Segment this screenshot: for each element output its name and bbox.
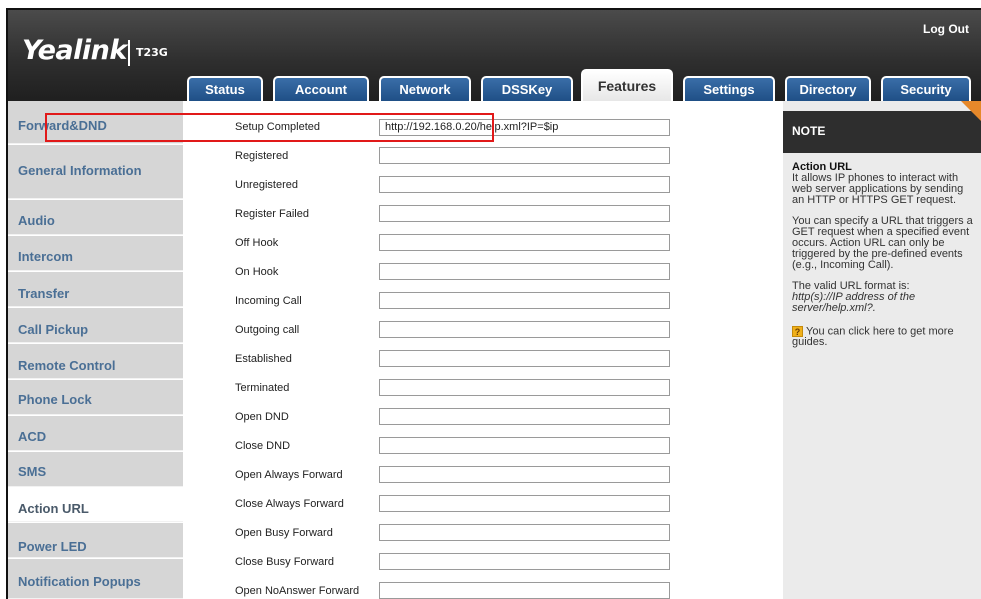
sidebar-item-call-pickup[interactable]: Call Pickup xyxy=(8,308,183,343)
note-text-2: You can specify a URL that triggers a GE… xyxy=(792,215,973,271)
close-always-forward-input[interactable] xyxy=(379,495,670,512)
note-text-1: It allows IP phones to interact with web… xyxy=(792,172,964,206)
note-panel: NOTE Action URL It allows IP phones to i… xyxy=(783,101,981,599)
row-label: Outgoing call xyxy=(235,324,300,336)
sidebar-item-acd[interactable]: ACD xyxy=(8,416,183,451)
note-help-link[interactable]: ? You can click here to get more guides. xyxy=(792,326,974,348)
open-noanswer-forward-input[interactable] xyxy=(379,582,670,599)
register-failed-input[interactable] xyxy=(379,205,670,222)
sidebar-item-remote-control[interactable]: Remote Control xyxy=(8,344,183,379)
setup-completed-highlight xyxy=(45,113,494,142)
row-label: Close DND xyxy=(235,440,291,452)
tab-settings[interactable]: Settings xyxy=(683,76,775,101)
close-busy-forward-input[interactable] xyxy=(379,553,670,570)
note-para-1: Action URL It allows IP phones to intera… xyxy=(792,162,974,206)
sidebar-item-action-url[interactable]: Action URL xyxy=(8,488,183,522)
established-input[interactable] xyxy=(379,350,670,367)
tab-features[interactable]: Features xyxy=(581,69,673,102)
logo-separator xyxy=(128,40,130,66)
header-bar: Yealink T23G Log Out Status Account Netw… xyxy=(8,10,981,102)
browser-page: Yealink T23G Log Out Status Account Netw… xyxy=(0,0,981,599)
row-label: Open Busy Forward xyxy=(235,527,333,539)
note-help-text[interactable]: You can click here to get more guides. xyxy=(792,325,954,348)
row-label: Close Always Forward xyxy=(235,498,344,510)
row-label: Close Busy Forward xyxy=(235,556,335,568)
row-label: Off Hook xyxy=(235,237,279,249)
row-label: Unregistered xyxy=(235,179,298,191)
note-title: NOTE xyxy=(792,124,826,138)
tab-network[interactable]: Network xyxy=(379,76,471,101)
tab-security[interactable]: Security xyxy=(881,76,971,101)
logout-link[interactable]: Log Out xyxy=(923,22,969,36)
page-border-left xyxy=(6,8,8,599)
open-dnd-input[interactable] xyxy=(379,408,670,425)
page-border-top xyxy=(6,8,981,10)
sidebar-item-transfer[interactable]: Transfer xyxy=(8,272,183,307)
row-label: Registered xyxy=(235,150,289,162)
action-url-form: Setup Completed http://192.168.0.20/help… xyxy=(183,101,773,599)
note-format-value: http(s)://IP address of the server/help.… xyxy=(792,291,916,314)
model-label: T23G xyxy=(136,46,168,59)
tab-dsskey[interactable]: DSSKey xyxy=(481,76,573,101)
sidebar-item-audio[interactable]: Audio xyxy=(8,200,183,235)
tab-directory[interactable]: Directory xyxy=(785,76,871,101)
outgoing-call-input[interactable] xyxy=(379,321,670,338)
row-label: Open NoAnswer Forward xyxy=(235,585,360,597)
row-label: Open Always Forward xyxy=(235,469,343,481)
help-book-icon[interactable]: ? xyxy=(792,326,803,337)
sidebar-item-phone-lock[interactable]: Phone Lock xyxy=(8,380,183,415)
row-label: Established xyxy=(235,353,292,365)
on-hook-input[interactable] xyxy=(379,263,670,280)
note-para-3: The valid URL format is: http(s)://IP ad… xyxy=(792,281,974,314)
sidebar-item-power-led[interactable]: Power LED xyxy=(8,523,183,558)
sidebar-item-general-information[interactable]: General Information xyxy=(8,145,183,199)
sidebar-item-sms[interactable]: SMS xyxy=(8,452,183,487)
tab-account[interactable]: Account xyxy=(273,76,369,101)
registered-input[interactable] xyxy=(379,147,670,164)
terminated-input[interactable] xyxy=(379,379,670,396)
off-hook-input[interactable] xyxy=(379,234,670,251)
note-corner-flag xyxy=(961,101,981,121)
row-label: Incoming Call xyxy=(235,295,302,307)
sidebar-item-intercom[interactable]: Intercom xyxy=(8,236,183,271)
row-label: On Hook xyxy=(235,266,279,278)
open-busy-forward-input[interactable] xyxy=(379,524,670,541)
tab-status[interactable]: Status xyxy=(187,76,263,101)
close-dnd-input[interactable] xyxy=(379,437,670,454)
sidebar-nav: Forward&DND General Information Audio In… xyxy=(8,101,183,599)
yealink-logo: Yealink xyxy=(22,35,127,66)
incoming-call-input[interactable] xyxy=(379,292,670,309)
unregistered-input[interactable] xyxy=(379,176,670,193)
open-always-forward-input[interactable] xyxy=(379,466,670,483)
row-label: Register Failed xyxy=(235,208,309,220)
note-header: NOTE xyxy=(783,111,981,153)
note-body: Action URL It allows IP phones to intera… xyxy=(792,162,974,358)
row-label: Terminated xyxy=(235,382,290,394)
sidebar-item-notification-popups[interactable]: Notification Popups xyxy=(8,559,183,599)
row-label: Open DND xyxy=(235,411,289,423)
